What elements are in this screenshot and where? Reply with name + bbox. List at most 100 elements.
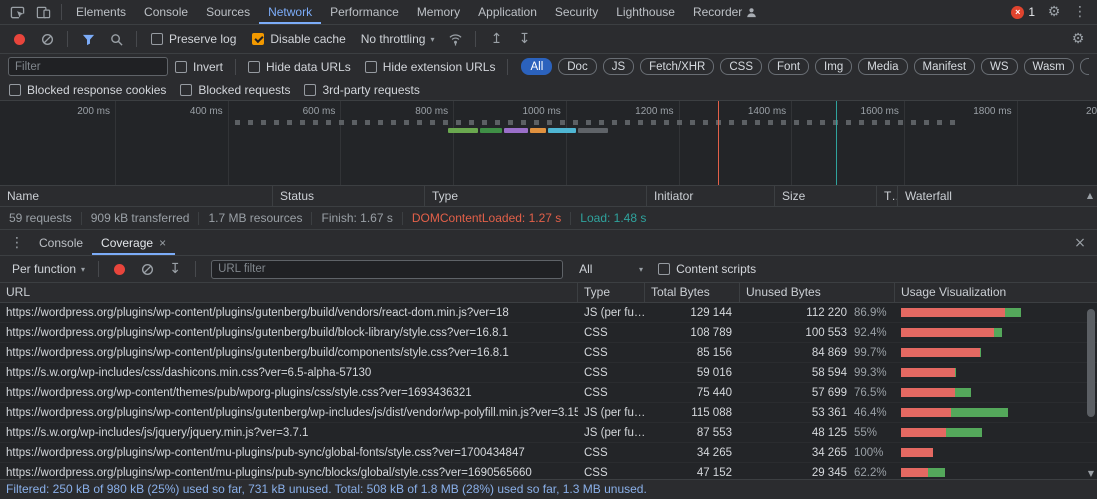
coverage-url-filter-input[interactable]	[211, 259, 564, 279]
scrollbar[interactable]: ▼	[1085, 303, 1097, 479]
resource-chip-font[interactable]: Font	[768, 58, 810, 75]
network-filter-input[interactable]	[8, 57, 168, 76]
invert-checkbox[interactable]: Invert	[175, 60, 223, 74]
coverage-row[interactable]: https://wordpress.org/plugins/wp-content…	[0, 443, 1097, 463]
coverage-column-total-bytes[interactable]: Total Bytes	[645, 283, 740, 302]
coverage-row[interactable]: https://s.w.org/wp-includes/css/dashicon…	[0, 363, 1097, 383]
coverage-mode-select[interactable]: Per function ▾	[6, 262, 91, 276]
3rd-party-requests-checkbox[interactable]: 3rd-party requests	[304, 82, 420, 97]
tab-console[interactable]: Console	[135, 0, 197, 24]
divider	[195, 261, 197, 277]
coverage-export-icon[interactable]: ↧	[162, 258, 188, 280]
sort-arrow-icon[interactable]: ▲	[1087, 186, 1093, 206]
tab-elements[interactable]: Elements	[67, 0, 135, 24]
usage-visualization-cell	[895, 343, 1097, 362]
tab-recorder[interactable]: Recorder	[684, 0, 766, 24]
network-overview-timeline[interactable]: 200 ms 400 ms 600 ms 800 ms 1000 ms 1200 ms 14…	[0, 101, 1097, 186]
coverage-column-type[interactable]: Type	[578, 283, 645, 302]
resource-chip-js[interactable]: JS	[602, 58, 635, 75]
resource-chip-fetch-xhr[interactable]: Fetch/XHR	[640, 58, 715, 75]
settings-gear-icon[interactable]: ⚙	[1041, 1, 1067, 23]
search-icon[interactable]	[103, 28, 129, 50]
resource-chip-wasm[interactable]: Wasm	[1023, 58, 1074, 75]
device-toolbar-icon[interactable]	[30, 1, 56, 23]
tab-application[interactable]: Application	[469, 0, 546, 24]
coverage-row[interactable]: https://wordpress.org/plugins/wp-content…	[0, 343, 1097, 363]
resource-chip-media[interactable]: Media	[858, 58, 908, 75]
scrollbar-thumb[interactable]	[1087, 309, 1095, 417]
preserve-log-checkbox[interactable]: Preserve log	[151, 32, 236, 46]
coverage-column-url[interactable]: URL	[0, 283, 578, 302]
tab-memory[interactable]: Memory	[408, 0, 469, 24]
coverage-row[interactable]: https://wordpress.org/plugins/wp-content…	[0, 463, 1097, 479]
resource-chip-all[interactable]: All	[521, 58, 553, 75]
coverage-column-usage-visualization[interactable]: Usage Visualization	[895, 283, 1097, 302]
dcl-marker-line	[717, 101, 719, 185]
throttling-select[interactable]: No throttling ▾	[355, 32, 441, 46]
network-column-name[interactable]: Name	[0, 186, 273, 206]
error-count-badge[interactable]: × 1	[1011, 5, 1035, 19]
network-column-type[interactable]: Type	[425, 186, 647, 206]
drawer-tab-console[interactable]: Console	[30, 230, 92, 255]
coverage-unused-pct: 99.3%	[854, 367, 887, 379]
inspect-icon[interactable]	[4, 1, 30, 23]
usage-visualization-cell	[895, 463, 1097, 479]
network-column-initiator[interactable]: Initiator	[647, 186, 775, 206]
blocked-response-cookies-checkbox[interactable]: Blocked response cookies	[9, 83, 166, 97]
usage-visualization-cell	[895, 403, 1097, 422]
scroll-down-icon[interactable]: ▼	[1086, 469, 1096, 478]
clear-button[interactable]	[34, 28, 60, 50]
close-drawer-icon[interactable]: ×	[1067, 232, 1093, 254]
tab-security[interactable]: Security	[546, 0, 607, 24]
coverage-clear-button[interactable]	[134, 258, 160, 280]
export-har-icon[interactable]: ↧	[511, 28, 537, 50]
network-conditions-icon[interactable]	[442, 28, 468, 50]
coverage-row[interactable]: https://s.w.org/wp-includes/js/jquery/jq…	[0, 423, 1097, 443]
network-column-status[interactable]: Status	[273, 186, 425, 206]
hide-data-urls-checkbox[interactable]: Hide data URLs	[248, 60, 351, 74]
coverage-unused-cell: 112 220 86.9%	[740, 303, 895, 322]
tab-network[interactable]: Network	[259, 0, 321, 24]
tab-sources[interactable]: Sources	[197, 0, 259, 24]
coverage-column-unused-bytes[interactable]: Unused Bytes	[740, 283, 895, 302]
resource-chip-other[interactable]: Other	[1079, 58, 1089, 75]
tab-lighthouse[interactable]: Lighthouse	[607, 0, 684, 24]
tab-performance[interactable]: Performance	[321, 0, 408, 24]
hide-extension-urls-checkbox[interactable]: Hide extension URLs	[364, 59, 496, 74]
resource-chip-manifest[interactable]: Manifest	[913, 58, 976, 75]
drawer-tab-coverage[interactable]: Coverage ×	[92, 230, 175, 255]
coverage-type: CSS	[584, 447, 608, 459]
coverage-unused-cell: 53 361 46.4%	[740, 403, 895, 422]
coverage-row[interactable]: https://wordpress.org/wp-content/themes/…	[0, 383, 1097, 403]
resource-chip-img[interactable]: Img	[815, 58, 853, 75]
coverage-record-button[interactable]	[106, 258, 132, 280]
network-column-waterfall[interactable]: Waterfall	[898, 186, 1097, 206]
more-options-icon[interactable]: ⋮	[1067, 1, 1093, 23]
import-har-icon[interactable]: ↥	[483, 28, 509, 50]
checkbox-label: 3rd-party requests	[322, 82, 420, 97]
disable-cache-checkbox[interactable]: Disable cache	[252, 32, 346, 46]
coverage-type-select[interactable]: All ▾	[573, 262, 649, 276]
overview-bar	[504, 128, 528, 133]
checkbox-label: Hide extension URLs	[382, 59, 496, 74]
resource-chip-ws[interactable]: WS	[981, 58, 1018, 75]
network-column-t[interactable]: T…	[877, 186, 898, 206]
coverage-row[interactable]: https://wordpress.org/plugins/wp-content…	[0, 303, 1097, 323]
close-tab-icon[interactable]: ×	[159, 236, 166, 250]
network-settings-gear-icon[interactable]: ⚙	[1065, 28, 1091, 50]
coverage-url: https://s.w.org/wp-includes/js/jquery/jq…	[6, 427, 309, 439]
coverage-unused-bytes: 53 361	[811, 407, 847, 419]
coverage-row[interactable]: https://wordpress.org/plugins/wp-content…	[0, 323, 1097, 343]
coverage-row[interactable]: https://wordpress.org/plugins/wp-content…	[0, 403, 1097, 423]
overview-bar	[530, 128, 546, 133]
content-scripts-checkbox[interactable]: Content scripts	[658, 262, 756, 276]
resource-chip-doc[interactable]: Doc	[558, 58, 597, 75]
drawer-menu-icon[interactable]: ⋮	[4, 232, 30, 254]
resource-chip-css[interactable]: CSS	[720, 58, 763, 75]
blocked-requests-checkbox[interactable]: Blocked requests	[180, 83, 290, 97]
coverage-unused-bytes: 100 553	[805, 327, 847, 339]
network-toolbar: Preserve log Disable cache No throttling…	[0, 25, 1097, 54]
record-button[interactable]	[6, 28, 32, 50]
network-column-size[interactable]: Size	[775, 186, 877, 206]
filter-toggle-icon[interactable]	[75, 28, 101, 50]
